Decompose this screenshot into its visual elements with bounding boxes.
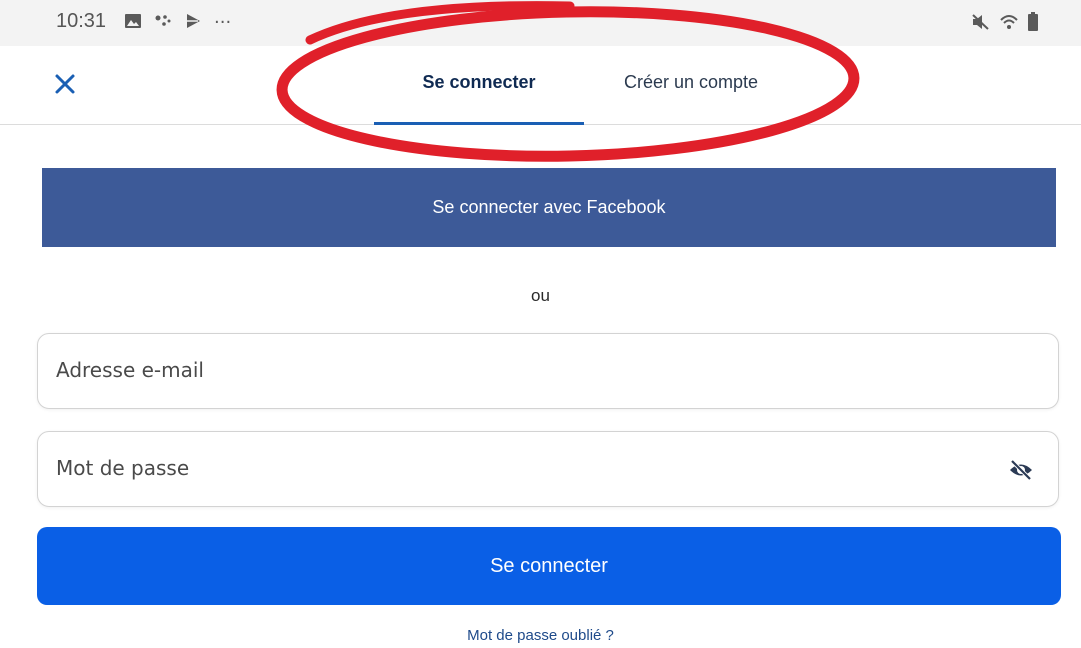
- password-placeholder: Mot de passe: [56, 456, 190, 480]
- status-time: 10:31: [56, 10, 107, 32]
- status-bar: 10:31 ···: [0, 0, 1081, 46]
- active-tab-indicator: [374, 122, 584, 125]
- more-notifications: ···: [214, 12, 232, 33]
- email-field[interactable]: Adresse e-mail: [37, 333, 1059, 409]
- login-screen: 10:31 ··· Se connecter Créer un compte S…: [0, 0, 1081, 648]
- email-placeholder: Adresse e-mail: [56, 358, 204, 382]
- tab-login[interactable]: Se connecter: [374, 72, 584, 93]
- close-icon[interactable]: [50, 69, 80, 99]
- tab-create-account[interactable]: Créer un compte: [596, 72, 786, 93]
- password-field[interactable]: Mot de passe: [37, 431, 1059, 507]
- login-submit-button[interactable]: Se connecter: [37, 527, 1061, 605]
- dots-icon: [154, 13, 172, 33]
- header: Se connecter Créer un compte: [0, 46, 1081, 125]
- image-icon: [124, 13, 142, 33]
- wifi-icon: [999, 13, 1019, 35]
- or-separator: ou: [531, 286, 550, 305]
- status-icons-left: ···: [124, 12, 231, 33]
- play-store-icon: [184, 13, 202, 33]
- forgot-password-link[interactable]: Mot de passe oublié ?: [0, 627, 1081, 644]
- facebook-login-button[interactable]: Se connecter avec Facebook: [42, 168, 1056, 247]
- eye-off-icon[interactable]: [1008, 457, 1034, 483]
- status-icons-right: [971, 12, 1039, 36]
- battery-icon: [1027, 12, 1039, 36]
- mute-icon: [971, 13, 991, 35]
